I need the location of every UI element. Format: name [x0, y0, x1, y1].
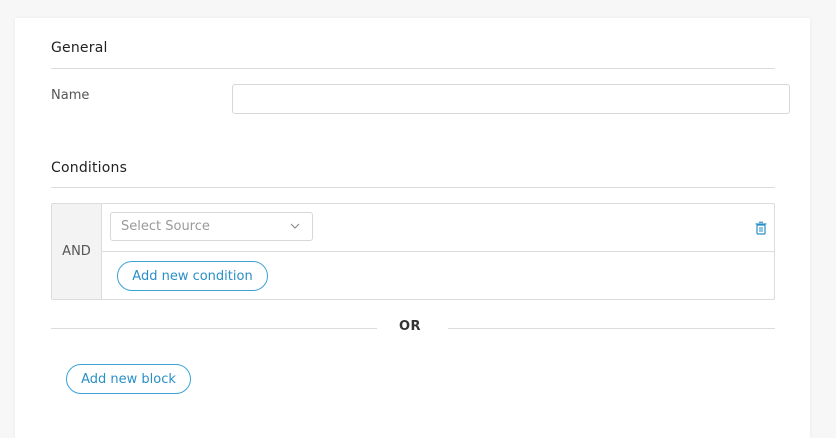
condition-block: AND Select Source Add new condition: [51, 203, 775, 300]
or-divider-right: [448, 328, 775, 329]
conditions-divider: [51, 187, 775, 188]
chevron-down-icon: [290, 223, 300, 229]
general-section-title: General: [51, 40, 108, 56]
general-divider: [51, 68, 775, 69]
name-input[interactable]: [232, 84, 790, 114]
add-condition-button[interactable]: Add new condition: [117, 261, 268, 291]
or-separator-label: OR: [399, 319, 422, 334]
condition-row-divider: [102, 251, 774, 252]
form-card: General Name Conditions AND Select Sourc…: [15, 18, 810, 438]
conditions-section-title: Conditions: [51, 160, 128, 176]
or-divider-left: [51, 328, 377, 329]
trash-icon[interactable]: [754, 221, 768, 235]
source-select[interactable]: Select Source: [110, 212, 313, 241]
name-label: Name: [51, 88, 90, 103]
and-operator: AND: [52, 204, 102, 299]
add-block-button[interactable]: Add new block: [66, 364, 191, 394]
source-select-placeholder: Select Source: [121, 219, 210, 234]
